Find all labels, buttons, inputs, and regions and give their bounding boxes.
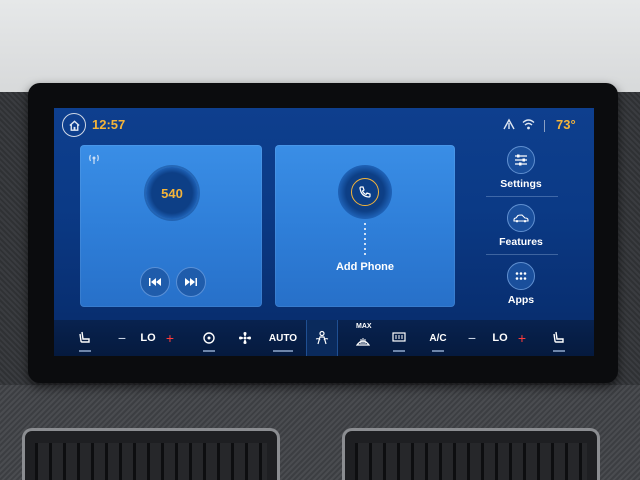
apps-button[interactable] xyxy=(507,262,535,290)
apps-label: Apps xyxy=(507,294,535,306)
phone-icon xyxy=(359,186,371,198)
settings-label: Settings xyxy=(500,178,542,190)
home-icon xyxy=(68,119,80,131)
auto-label: AUTO xyxy=(268,332,298,344)
passenger-seat-heat-button[interactable] xyxy=(548,326,570,352)
skip-next-icon xyxy=(185,278,197,286)
steering-heat-button[interactable] xyxy=(198,326,220,352)
front-defrost-icon xyxy=(356,338,370,346)
fan-button[interactable] xyxy=(234,326,256,350)
status-divider xyxy=(544,120,545,132)
features-shortcut[interactable]: Features xyxy=(490,204,552,248)
connector-line xyxy=(364,223,366,257)
skip-previous-icon xyxy=(149,278,161,286)
driver-temp-decrease-button[interactable]: − xyxy=(114,326,130,350)
outside-temperature: 73° xyxy=(556,117,576,132)
air-vent-right xyxy=(342,428,600,480)
passenger-temp-decrease-button[interactable]: − xyxy=(464,326,480,350)
ac-label: A/C xyxy=(429,332,447,344)
radio-antenna-icon xyxy=(89,154,99,164)
radio-frequency-button[interactable]: 540 xyxy=(146,167,198,219)
driver-seat-heat-button[interactable] xyxy=(74,326,96,352)
rear-defrost-icon xyxy=(392,332,406,342)
infotainment-screen: 12:57 73° 540 Add Phone Settings Feature… xyxy=(54,108,594,356)
passenger-temp-value: LO xyxy=(492,332,508,344)
phone-card[interactable]: Add Phone xyxy=(275,145,455,307)
shortcut-divider xyxy=(486,196,558,197)
wifi-icon xyxy=(522,119,535,130)
radio-frequency: 540 xyxy=(161,185,183,201)
features-label: Features xyxy=(499,236,543,248)
settings-button[interactable] xyxy=(507,146,535,174)
ac-button[interactable]: A/C xyxy=(426,326,450,352)
apps-shortcut[interactable]: Apps xyxy=(490,262,552,306)
clock: 12:57 xyxy=(92,117,126,132)
features-button[interactable] xyxy=(507,204,535,232)
climate-bar: − LO + AUTO MAX A/C − LO + xyxy=(54,320,594,356)
home-button[interactable] xyxy=(62,113,86,137)
sliders-icon xyxy=(515,154,527,166)
seat-icon xyxy=(79,331,90,343)
add-phone-label: Add Phone xyxy=(335,261,395,273)
phone-ring xyxy=(351,178,379,206)
grid-icon xyxy=(515,272,527,280)
seek-previous-button[interactable] xyxy=(140,267,170,297)
driver-temp-value: LO xyxy=(140,332,156,344)
seek-next-button[interactable] xyxy=(176,267,206,297)
heated-steering-icon xyxy=(203,332,215,344)
rear-defrost-button[interactable] xyxy=(388,326,410,352)
climate-person-icon xyxy=(315,330,329,345)
passenger-temp-increase-button[interactable]: + xyxy=(514,326,530,350)
signal-arrows-icon xyxy=(503,118,515,130)
driver-temp-increase-button[interactable]: + xyxy=(162,326,178,350)
status-bar: 12:57 73° xyxy=(54,108,594,140)
climate-center-button[interactable] xyxy=(306,320,338,356)
air-vent-left xyxy=(22,428,280,480)
status-icons xyxy=(502,118,535,130)
shortcut-divider xyxy=(486,254,558,255)
seat-icon xyxy=(553,331,564,343)
max-defrost-button[interactable] xyxy=(352,329,374,353)
radio-card[interactable]: 540 xyxy=(80,145,262,307)
settings-shortcut[interactable]: Settings xyxy=(490,146,552,190)
car-icon xyxy=(513,214,529,223)
auto-climate-button[interactable]: AUTO xyxy=(268,326,298,352)
add-phone-button[interactable] xyxy=(338,165,392,219)
fan-icon xyxy=(239,332,251,344)
